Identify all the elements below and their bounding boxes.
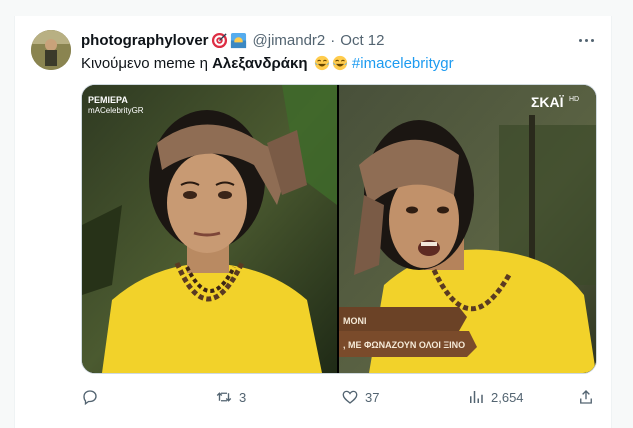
tweet-date[interactable]: Oct 12	[340, 32, 384, 49]
channel-logo: ΣΚΑΪ	[531, 94, 565, 110]
avatar[interactable]	[31, 30, 71, 70]
share-button[interactable]	[577, 386, 595, 408]
tweet-card[interactable]: photographylover @jimandr2 · Oct 12 Κινο…	[14, 16, 612, 428]
display-name[interactable]: photographylover	[81, 32, 209, 49]
user-handle[interactable]: @jimandr2	[253, 32, 326, 49]
banner-text-line2: , ΜΕ ΦΩΝΑΖΟΥΝ ΟΛΟΙ ΞΙΝΟ	[343, 340, 465, 350]
retweet-count: 3	[239, 389, 247, 405]
hashtag-link[interactable]: #imacelebritygr	[352, 55, 454, 72]
tweet-header: photographylover @jimandr2 · Oct 12	[81, 30, 384, 50]
channel-logo-suffix: HD	[569, 96, 579, 103]
banner-text-line1: ΜΟΝΙ	[343, 316, 367, 326]
laughing-tears-emoji-icon	[314, 55, 329, 71]
sunrise-emoji-icon	[230, 32, 246, 48]
tweet-text-bold: Αλεξανδράκη	[212, 55, 308, 72]
tweet-actions: 3 37 2,654	[81, 386, 595, 408]
retweet-icon	[216, 392, 232, 402]
analytics-icon	[470, 391, 483, 403]
heart-icon	[342, 390, 358, 404]
media-image-left[interactable]: ΡΕΜΙΕΡΑ mACelebrityGR	[82, 85, 337, 373]
like-count: 37	[365, 389, 380, 405]
views-count: 2,654	[491, 389, 524, 405]
retweet-button[interactable]: 3	[215, 386, 246, 408]
reply-icon	[83, 390, 97, 406]
overlay-show-text: mACelebrityGR	[88, 106, 144, 115]
tweet-text: Κινούμενο meme η Αλεξανδράκη #imacelebri…	[81, 54, 454, 74]
reply-button[interactable]	[81, 386, 105, 408]
share-icon	[580, 390, 592, 404]
like-button[interactable]: 37	[341, 386, 379, 408]
tweet-text-prefix: Κινούμενο meme η	[81, 55, 213, 72]
media-image-right[interactable]: ΣΚΑΪ HD ΜΟΝΙ , ΜΕ ΦΩΝΑΖΟΥΝ ΟΛΟΙ ΞΙΝΟ	[339, 85, 596, 373]
laughing-tears-emoji-icon	[332, 55, 347, 71]
overlay-premiere-text: ΡΕΜΙΕΡΑ	[88, 95, 128, 105]
tweet-media[interactable]: ΡΕΜΙΕΡΑ mACelebrityGR ΣΚΑΪ HD ΜΟΝΙ , ΜΕ …	[81, 84, 597, 374]
more-options-icon[interactable]	[575, 30, 597, 50]
views-button[interactable]: 2,654	[467, 386, 524, 408]
separator-dot: ·	[330, 31, 336, 49]
target-emoji-icon	[211, 32, 227, 48]
